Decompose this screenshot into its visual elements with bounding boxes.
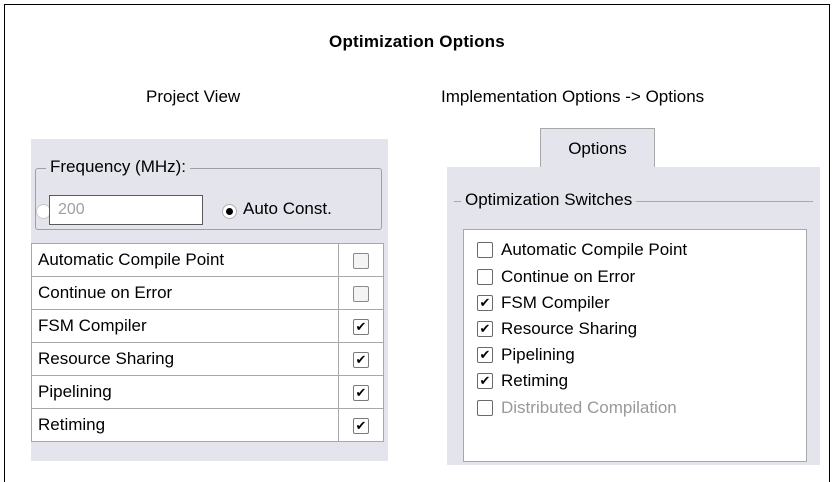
project-options-table: Automatic Compile Point Continue on Error… [31, 243, 384, 442]
switch-label: FSM Compiler [501, 293, 610, 312]
option-label: Retiming [31, 408, 339, 442]
dialog-title: Optimization Options [329, 32, 505, 51]
option-checkbox-cell: ✔ [338, 309, 384, 343]
switch-checkbox[interactable]: ✔ [477, 295, 493, 311]
option-checkbox[interactable]: ✔ [353, 417, 369, 434]
option-checkbox[interactable]: ✔ [353, 384, 369, 401]
option-checkbox-cell [338, 276, 384, 310]
table-row: FSM Compiler ✔ [31, 309, 384, 343]
switch-label: Resource Sharing [501, 319, 638, 338]
table-row: Automatic Compile Point [31, 243, 384, 277]
project-view-heading: Project View [146, 87, 241, 106]
switch-item[interactable]: Distributed Compilation [477, 398, 677, 418]
option-label: Automatic Compile Point [31, 243, 339, 277]
switch-label: Automatic Compile Point [501, 240, 688, 259]
switch-label: Retiming [501, 371, 569, 390]
switch-item[interactable]: Continue on Error [477, 267, 635, 287]
frequency-label: Frequency (MHz): [46, 157, 191, 177]
table-row: Pipelining ✔ [31, 375, 384, 409]
option-checkbox-cell: ✔ [338, 342, 384, 376]
option-label: Continue on Error [31, 276, 339, 310]
option-checkbox[interactable] [353, 285, 369, 302]
switch-item[interactable]: ✔ FSM Compiler [477, 293, 610, 313]
switch-checkbox[interactable] [477, 242, 493, 258]
table-row: Continue on Error [31, 276, 384, 310]
switch-label: Continue on Error [501, 267, 636, 286]
implementation-options-heading: Implementation Options -> Options [441, 87, 705, 106]
radio-selected-dot [226, 208, 233, 215]
switch-item[interactable]: ✔ Retiming [477, 371, 568, 391]
switch-item[interactable]: ✔ Resource Sharing [477, 319, 637, 339]
switch-label: Distributed Compilation [501, 398, 677, 417]
option-label: FSM Compiler [31, 309, 339, 343]
switch-checkbox[interactable]: ✔ [477, 321, 493, 337]
switch-label: Pipelining [501, 345, 575, 364]
switch-checkbox[interactable]: ✔ [477, 347, 493, 363]
switch-item[interactable]: Automatic Compile Point [477, 240, 687, 260]
frequency-input[interactable] [49, 195, 203, 225]
auto-const-label: Auto Const. [243, 199, 332, 218]
option-checkbox-cell [338, 243, 384, 277]
table-row: Resource Sharing ✔ [31, 342, 384, 376]
option-checkbox-cell: ✔ [338, 408, 384, 442]
optimization-switches-list: Automatic Compile Point Continue on Error… [463, 229, 807, 462]
optimization-switches-label: Optimization Switches [461, 190, 637, 210]
auto-const-radio[interactable] [222, 204, 237, 219]
tab-options[interactable]: Options [540, 128, 655, 168]
switch-item[interactable]: ✔ Pipelining [477, 345, 575, 365]
option-checkbox[interactable]: ✔ [353, 318, 369, 335]
switch-checkbox[interactable] [477, 400, 493, 416]
table-row: Retiming ✔ [31, 408, 384, 442]
option-checkbox[interactable] [353, 252, 369, 269]
option-checkbox[interactable]: ✔ [353, 351, 369, 368]
option-label: Resource Sharing [31, 342, 339, 376]
switch-checkbox[interactable] [477, 269, 493, 285]
option-label: Pipelining [31, 375, 339, 409]
switch-checkbox[interactable]: ✔ [477, 373, 493, 389]
option-checkbox-cell: ✔ [338, 375, 384, 409]
